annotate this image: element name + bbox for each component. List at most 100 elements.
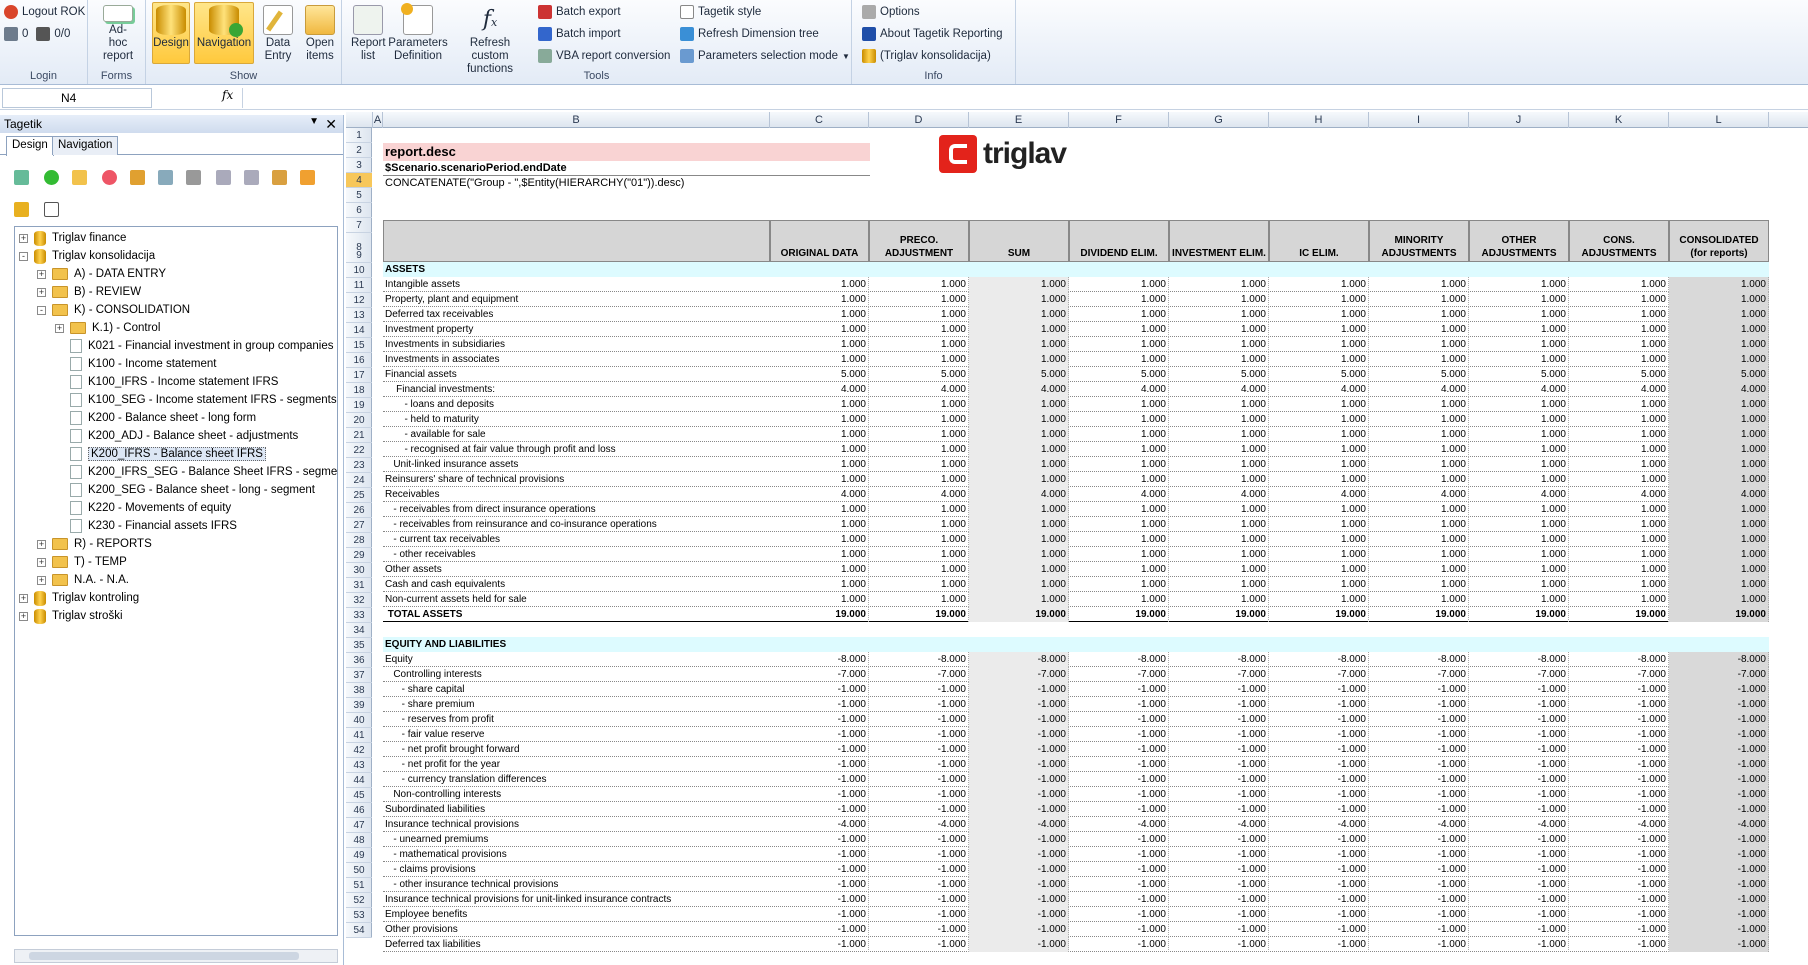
value-cell[interactable]: -1.000 bbox=[1369, 712, 1469, 727]
value-cell[interactable]: 1.000 bbox=[1469, 547, 1569, 562]
row-label[interactable]: - receivables from reinsurance and co-in… bbox=[383, 517, 770, 532]
value-cell[interactable]: -1.000 bbox=[1369, 877, 1469, 892]
value-cell[interactable]: -7.000 bbox=[1669, 667, 1769, 682]
value-cell[interactable]: -1.000 bbox=[1669, 682, 1769, 697]
value-cell[interactable]: 1.000 bbox=[1269, 337, 1369, 352]
value-cell[interactable]: 1.000 bbox=[1469, 397, 1569, 412]
value-cell[interactable]: 1.000 bbox=[1569, 502, 1669, 517]
row-label[interactable]: Employee benefits bbox=[383, 907, 770, 922]
value-cell[interactable]: -1.000 bbox=[1369, 772, 1469, 787]
value-cell[interactable]: -7.000 bbox=[869, 667, 969, 682]
report-title[interactable]: report.desc bbox=[383, 143, 870, 161]
value-cell[interactable]: -1.000 bbox=[1269, 847, 1369, 862]
value-cell[interactable]: 1.000 bbox=[869, 562, 969, 577]
value-cell[interactable]: -1.000 bbox=[770, 772, 869, 787]
value-cell[interactable]: -1.000 bbox=[1069, 757, 1169, 772]
value-cell[interactable]: -1.000 bbox=[1069, 682, 1169, 697]
row-header[interactable]: 14 bbox=[346, 323, 372, 338]
tree-node[interactable]: + Triglav finance bbox=[19, 229, 126, 247]
row-label[interactable]: - currency translation differences bbox=[383, 772, 770, 787]
value-cell[interactable]: 1.000 bbox=[1169, 442, 1269, 457]
value-cell[interactable]: -1.000 bbox=[1369, 727, 1469, 742]
value-cell[interactable]: -4.000 bbox=[1069, 817, 1169, 832]
value-cell[interactable]: 1.000 bbox=[1169, 532, 1269, 547]
value-cell[interactable]: 1.000 bbox=[1169, 562, 1269, 577]
value-cell[interactable]: 1.000 bbox=[1169, 457, 1269, 472]
value-cell[interactable]: -1.000 bbox=[1669, 877, 1769, 892]
value-cell[interactable]: 5.000 bbox=[1469, 367, 1569, 382]
value-cell[interactable]: -1.000 bbox=[1169, 757, 1269, 772]
value-cell[interactable]: -1.000 bbox=[1169, 742, 1269, 757]
value-cell[interactable]: 4.000 bbox=[1269, 487, 1369, 502]
value-cell[interactable]: 1.000 bbox=[1069, 532, 1169, 547]
tree-node[interactable]: - K) - CONSOLIDATION bbox=[37, 301, 190, 319]
value-cell[interactable]: 1.000 bbox=[1569, 562, 1669, 577]
value-cell[interactable]: -4.000 bbox=[770, 817, 869, 832]
value-cell[interactable]: 19.000 bbox=[969, 607, 1069, 622]
row-label[interactable]: Cash and cash equivalents bbox=[383, 577, 770, 592]
tree-node[interactable]: K200_IFRS_SEG - Balance Sheet IFRS - seg… bbox=[55, 463, 337, 481]
value-cell[interactable]: -1.000 bbox=[1069, 727, 1169, 742]
value-cell[interactable]: 1.000 bbox=[1669, 562, 1769, 577]
value-cell[interactable]: 1.000 bbox=[1469, 592, 1569, 607]
row-label[interactable]: Equity bbox=[383, 652, 770, 667]
value-cell[interactable]: -1.000 bbox=[1469, 832, 1569, 847]
value-cell[interactable]: 1.000 bbox=[969, 592, 1069, 607]
value-cell[interactable]: 1.000 bbox=[1169, 502, 1269, 517]
value-cell[interactable]: -1.000 bbox=[1069, 907, 1169, 922]
value-cell[interactable]: 1.000 bbox=[1569, 397, 1669, 412]
edit-icon[interactable] bbox=[130, 170, 145, 185]
value-cell[interactable]: 4.000 bbox=[1669, 487, 1769, 502]
value-cell[interactable]: 1.000 bbox=[1669, 547, 1769, 562]
value-cell[interactable]: 1.000 bbox=[1069, 547, 1169, 562]
value-cell[interactable]: -1.000 bbox=[770, 937, 869, 952]
value-cell[interactable]: -1.000 bbox=[1469, 742, 1569, 757]
options-button[interactable]: Options bbox=[862, 2, 920, 22]
value-cell[interactable]: 1.000 bbox=[1469, 277, 1569, 292]
value-cell[interactable]: -1.000 bbox=[969, 832, 1069, 847]
column-header[interactable]: D bbox=[869, 112, 969, 128]
value-cell[interactable]: -1.000 bbox=[969, 877, 1069, 892]
value-cell[interactable]: 1.000 bbox=[770, 517, 869, 532]
name-box[interactable]: N4 bbox=[2, 88, 152, 108]
scrollbar-thumb[interactable] bbox=[29, 952, 299, 960]
value-cell[interactable]: -1.000 bbox=[969, 862, 1069, 877]
row-header[interactable]: 23 bbox=[346, 458, 372, 473]
value-cell[interactable]: -4.000 bbox=[1569, 817, 1669, 832]
row-label[interactable]: - net profit brought forward bbox=[383, 742, 770, 757]
row-label[interactable]: Non-current assets held for sale bbox=[383, 592, 770, 607]
value-cell[interactable]: -1.000 bbox=[969, 937, 1069, 952]
value-cell[interactable]: 1.000 bbox=[969, 427, 1069, 442]
value-cell[interactable]: 1.000 bbox=[1169, 547, 1269, 562]
value-cell[interactable]: -4.000 bbox=[1369, 817, 1469, 832]
value-cell[interactable]: -1.000 bbox=[1269, 907, 1369, 922]
row-label[interactable]: - available for sale bbox=[383, 427, 770, 442]
value-cell[interactable]: 1.000 bbox=[969, 322, 1069, 337]
value-cell[interactable]: 1.000 bbox=[1469, 412, 1569, 427]
value-cell[interactable]: 4.000 bbox=[1469, 487, 1569, 502]
value-cell[interactable]: -7.000 bbox=[969, 667, 1069, 682]
value-cell[interactable]: 1.000 bbox=[1069, 352, 1169, 367]
row-header[interactable]: 15 bbox=[346, 338, 372, 353]
value-cell[interactable]: -1.000 bbox=[1169, 847, 1269, 862]
row-label[interactable]: Investments in associates bbox=[383, 352, 770, 367]
value-cell[interactable]: 1.000 bbox=[1369, 352, 1469, 367]
value-cell[interactable]: -1.000 bbox=[1669, 907, 1769, 922]
value-cell[interactable]: 1.000 bbox=[869, 397, 969, 412]
value-cell[interactable]: -4.000 bbox=[1169, 817, 1269, 832]
value-cell[interactable]: 19.000 bbox=[770, 607, 869, 622]
row-header[interactable]: 50 bbox=[346, 863, 372, 878]
row-header[interactable]: 10 bbox=[346, 263, 372, 278]
copy-icon[interactable] bbox=[158, 170, 173, 185]
tab-design[interactable]: Design bbox=[6, 136, 54, 156]
value-cell[interactable]: -8.000 bbox=[1069, 652, 1169, 667]
value-cell[interactable]: 1.000 bbox=[1369, 412, 1469, 427]
value-cell[interactable]: 1.000 bbox=[1269, 502, 1369, 517]
value-cell[interactable]: -1.000 bbox=[1069, 877, 1169, 892]
row-header[interactable]: 35 bbox=[346, 638, 372, 653]
value-cell[interactable]: 1.000 bbox=[1669, 307, 1769, 322]
value-cell[interactable]: -1.000 bbox=[969, 892, 1069, 907]
value-cell[interactable]: 1.000 bbox=[1569, 442, 1669, 457]
value-cell[interactable]: 1.000 bbox=[1169, 277, 1269, 292]
row-label[interactable]: - current tax receivables bbox=[383, 532, 770, 547]
